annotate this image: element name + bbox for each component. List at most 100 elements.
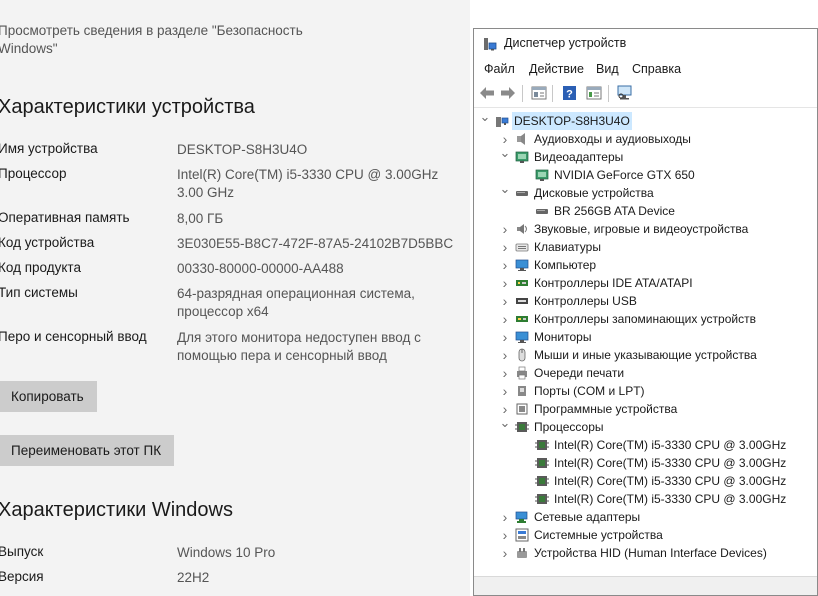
view-icon[interactable]: [585, 84, 603, 102]
tree-item-label: Клавиатуры: [534, 240, 601, 254]
chevron-right-icon[interactable]: ›: [500, 526, 510, 544]
tree-item-label: NVIDIA GeForce GTX 650: [554, 168, 695, 182]
toolbar-separator: [552, 85, 553, 102]
tree-item-label: Аудиовходы и аудиовыходы: [534, 132, 691, 146]
chevron-right-icon[interactable]: ›: [500, 328, 510, 346]
tree-item-label: Intel(R) Core(TM) i5-3330 CPU @ 3.00GHz: [554, 456, 787, 470]
toolbar: ?: [474, 81, 817, 108]
tree-item-label: Программные устройства: [534, 402, 678, 416]
network-icon: [515, 510, 529, 524]
copy-button[interactable]: Копировать: [0, 381, 97, 412]
cpu-icon: [535, 456, 549, 470]
tree-item-label: Сетевые адаптеры: [534, 510, 641, 524]
chevron-right-icon[interactable]: ›: [500, 292, 510, 310]
menu-view[interactable]: Вид: [596, 62, 619, 76]
chevron-down-icon[interactable]: ⌄: [500, 180, 511, 198]
tree-item-label: Процессоры: [534, 420, 604, 434]
disk-icon: [515, 186, 529, 200]
menu-file[interactable]: Файл: [484, 62, 515, 76]
tree-item-label: Intel(R) Core(TM) i5-3330 CPU @ 3.00GHz: [554, 438, 787, 452]
device-id-label: Код устройства: [0, 235, 95, 250]
chevron-right-icon[interactable]: ›: [500, 364, 510, 382]
windows-specs-heading: Характеристики Windows: [0, 499, 233, 521]
tree-item-label: Порты (COM и LPT): [534, 384, 645, 398]
device-manager-app-icon: [484, 38, 497, 51]
computer-root-icon: [495, 114, 509, 128]
chevron-right-icon[interactable]: ›: [500, 310, 510, 328]
forward-arrow-icon[interactable]: [499, 84, 517, 102]
chevron-down-icon[interactable]: ⌄: [500, 414, 511, 432]
back-arrow-icon[interactable]: [478, 84, 496, 102]
tree-item-label: Контроллеры запоминающих устройств: [534, 312, 756, 326]
version-value: 22H2: [177, 570, 210, 585]
tree-item-label: Устройства HID (Human Interface Devices): [534, 546, 767, 560]
hid-icon: [515, 546, 529, 560]
device-manager-window: Диспетчер устройств Файл Действие Вид Сп…: [473, 28, 818, 596]
processor-value: Intel(R) Core(TM) i5-3330 CPU @ 3.00GHz …: [177, 167, 439, 200]
audio-icon: [515, 132, 529, 146]
menu-action[interactable]: Действие: [529, 62, 584, 76]
chevron-down-icon[interactable]: ⌄: [480, 108, 491, 126]
monitor-icon: [515, 258, 529, 272]
tree-item-label: Дисковые устройства: [534, 186, 654, 200]
disk-icon: [535, 204, 549, 218]
chevron-right-icon[interactable]: ›: [500, 382, 510, 400]
chevron-down-icon[interactable]: ⌄: [500, 144, 511, 162]
window-title: Диспетчер устройств: [504, 36, 627, 50]
chevron-right-icon[interactable]: ›: [500, 274, 510, 292]
usb-icon: [515, 294, 529, 308]
display-adapter-icon: [535, 168, 549, 182]
device-name-value: DESKTOP-S8H3U4O: [177, 142, 308, 157]
status-bar: [474, 576, 817, 595]
system-type-label: Тип системы: [0, 285, 78, 300]
version-label: Версия: [0, 569, 44, 584]
properties-icon[interactable]: [530, 84, 548, 102]
ram-label: Оперативная память: [0, 210, 130, 225]
cpu-icon: [535, 492, 549, 506]
chevron-right-icon[interactable]: ›: [500, 256, 510, 274]
tree-item-label: Мыши и иные указывающие устройства: [534, 348, 757, 362]
tree-item-label: Системные устройства: [534, 528, 663, 542]
display-adapter-icon: [515, 150, 529, 164]
chevron-right-icon[interactable]: ›: [500, 220, 510, 238]
chevron-right-icon[interactable]: ›: [500, 238, 510, 256]
menu-bar: Файл Действие Вид Справка: [474, 59, 817, 81]
monitor-icon: [515, 330, 529, 344]
device-specs-heading: Характеристики устройства: [0, 96, 255, 118]
svg-text:?: ?: [566, 89, 573, 101]
monitor-scan-icon[interactable]: [616, 84, 634, 102]
help-icon[interactable]: ?: [560, 84, 578, 102]
device-id-value: 3E030E55-B8C7-472F-87A5-24102B7D5BBC: [177, 236, 454, 251]
processor-label: Процессор: [0, 166, 67, 181]
toolbar-separator: [608, 85, 609, 102]
device-name-label: Имя устройства: [0, 141, 98, 156]
menu-help[interactable]: Справка: [632, 62, 681, 76]
storage-controller-icon: [515, 312, 529, 326]
ide-controller-icon: [515, 276, 529, 290]
chevron-right-icon[interactable]: ›: [500, 508, 510, 526]
tree-item-label: Intel(R) Core(TM) i5-3330 CPU @ 3.00GHz: [554, 492, 787, 506]
cpu-icon: [535, 474, 549, 488]
chevron-right-icon[interactable]: ›: [500, 346, 510, 364]
printer-icon: [515, 366, 529, 380]
rename-pc-button[interactable]: Переименовать этот ПК: [0, 435, 175, 466]
system-type-value: 64-разрядная операционная система, проце…: [177, 286, 415, 319]
port-icon: [515, 384, 529, 398]
ram-value: 8,00 ГБ: [177, 211, 224, 226]
windows-security-link[interactable]: Просмотреть сведения в разделе "Безопасн…: [0, 22, 328, 58]
tree-item-label: Intel(R) Core(TM) i5-3330 CPU @ 3.00GHz: [554, 474, 787, 488]
toolbar-separator: [522, 85, 523, 102]
tree-item-label: Контроллеры USB: [534, 294, 637, 308]
cpu-icon: [535, 438, 549, 452]
product-id-value: 00330-80000-00000-AA488: [177, 261, 344, 276]
pen-touch-label: Перо и сенсорный ввод: [0, 329, 147, 344]
edition-value: Windows 10 Pro: [177, 545, 276, 560]
sound-icon: [515, 222, 529, 236]
title-bar[interactable]: Диспетчер устройств: [474, 29, 817, 58]
chevron-right-icon[interactable]: ›: [500, 544, 510, 562]
